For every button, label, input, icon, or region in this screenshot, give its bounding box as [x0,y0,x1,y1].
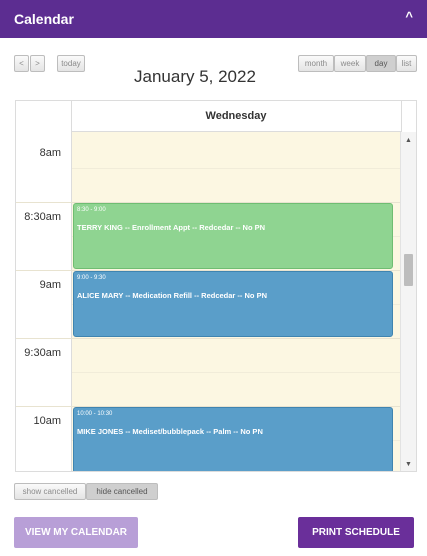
time-label: 9:30am [24,347,61,359]
time-label: 8:30am [24,211,61,223]
hide-cancelled-button[interactable]: hide cancelled [86,483,158,500]
today-button[interactable]: today [57,55,85,72]
calendar-event[interactable]: 9:00 - 9:30 ALICE MARY -- Medication Ref… [73,271,393,337]
chevron-up-icon[interactable]: ^ [405,9,413,24]
calendar-date-title: January 5, 2022 [134,67,256,86]
view-month-button[interactable]: month [298,55,334,72]
next-button[interactable]: > [30,55,45,72]
calendar-event[interactable]: 10:00 - 10:30 MIKE JONES -- Mediset/bubb… [73,407,393,471]
grid-line [72,168,401,169]
show-cancelled-button[interactable]: show cancelled [14,483,86,500]
event-time: 10:00 - 10:30 [77,411,113,417]
time-label: 9am [39,279,61,291]
event-title: MIKE JONES -- Mediset/bubblepack -- Palm… [77,427,263,436]
grid-line [16,338,401,339]
scroll-down-icon[interactable]: ▼ [405,461,412,468]
scroll-up-icon[interactable]: ▲ [405,137,412,144]
view-my-calendar-button[interactable]: VIEW MY CALENDAR [14,517,138,548]
view-day-button[interactable]: day [366,55,396,72]
calendar-event[interactable]: 8:30 - 9:00 TERRY KING -- Enrollment App… [73,203,393,269]
scroll-thumb[interactable] [404,254,413,286]
time-label: 10am [33,415,61,427]
prev-button[interactable]: < [14,55,29,72]
event-time: 9:00 - 9:30 [77,275,106,281]
header-title: Calendar [14,11,74,27]
grid-line [72,372,401,373]
view-week-button[interactable]: week [334,55,366,72]
view-list-button[interactable]: list [396,55,417,72]
day-calendar: Wednesday 8am 8:30am 9am 9:30am 10am 8:3… [15,100,417,472]
calendar-header: Calendar ^ [0,0,427,38]
calendar-scrollbar[interactable]: ▲ ▼ [400,132,416,471]
event-title: ALICE MARY -- Medication Refill -- Redce… [77,291,268,300]
event-time: 8:30 - 9:00 [77,207,106,213]
day-column-header: Wednesday [71,101,401,132]
event-title: TERRY KING -- Enrollment Appt -- Redceda… [77,223,266,232]
time-label: 8am [39,147,61,159]
print-schedule-button[interactable]: PRINT SCHEDULE [298,517,414,548]
